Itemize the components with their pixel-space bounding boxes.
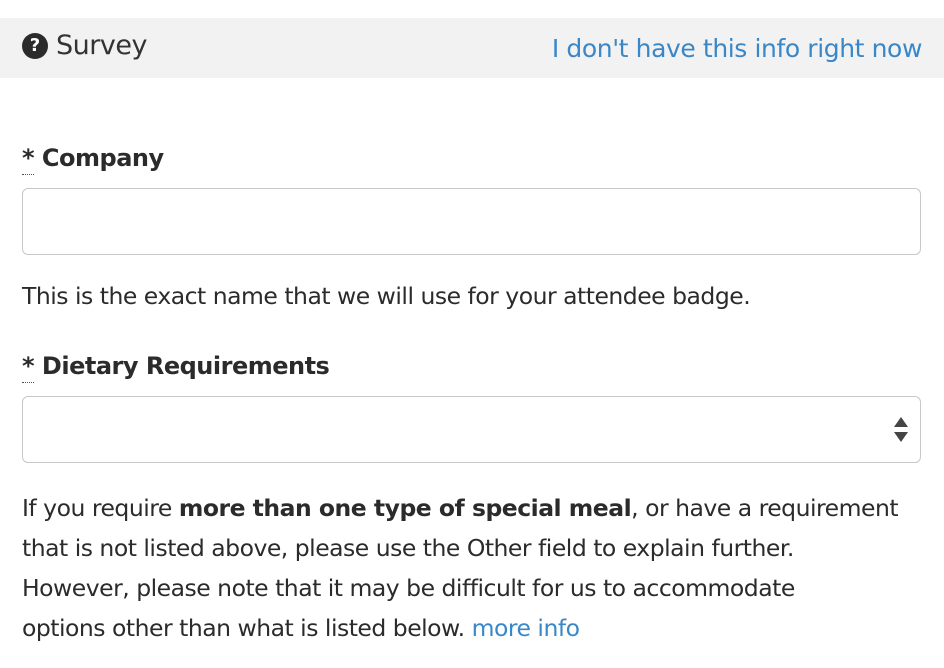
dietary-help-line-2: that is not listed above, please use the… [22, 534, 794, 562]
dietary-select[interactable] [22, 396, 921, 463]
company-help-text: This is the exact name that we will use … [22, 282, 751, 310]
help-text-segment: options other than what is listed below. [22, 614, 465, 642]
dietary-help-line-1: If you require more than one type of spe… [22, 488, 922, 528]
survey-header: ? Survey I don't have this info right no… [0, 18, 944, 78]
dietary-label: * Dietary Requirements [22, 352, 330, 383]
question-circle-icon: ? [22, 32, 48, 59]
help-text-segment: If you require [22, 494, 179, 522]
dietary-help-line-4: options other than what is listed below.… [22, 608, 922, 648]
header-title-group: ? Survey [22, 30, 147, 61]
dietary-label-text: Dietary Requirements [41, 352, 330, 380]
dietary-help-line-3: However, please note that it may be diff… [22, 574, 795, 602]
help-text-emphasis: more than one type of special meal [178, 494, 632, 522]
skip-survey-link[interactable]: I don't have this info right now [552, 34, 923, 63]
company-label-text: Company [41, 144, 164, 172]
page-title: Survey [56, 30, 147, 61]
company-label: * Company [22, 144, 164, 175]
chevron-down-icon [894, 432, 908, 442]
company-input[interactable] [22, 188, 921, 255]
required-marker: * [22, 352, 35, 383]
required-marker: * [22, 144, 35, 175]
help-text-segment: , or have a requirement [631, 494, 899, 522]
dietary-help-text: If you require more than one type of spe… [22, 488, 922, 648]
select-arrows-icon [894, 417, 908, 443]
more-info-link[interactable]: more info [472, 614, 580, 642]
chevron-up-icon [894, 417, 908, 427]
